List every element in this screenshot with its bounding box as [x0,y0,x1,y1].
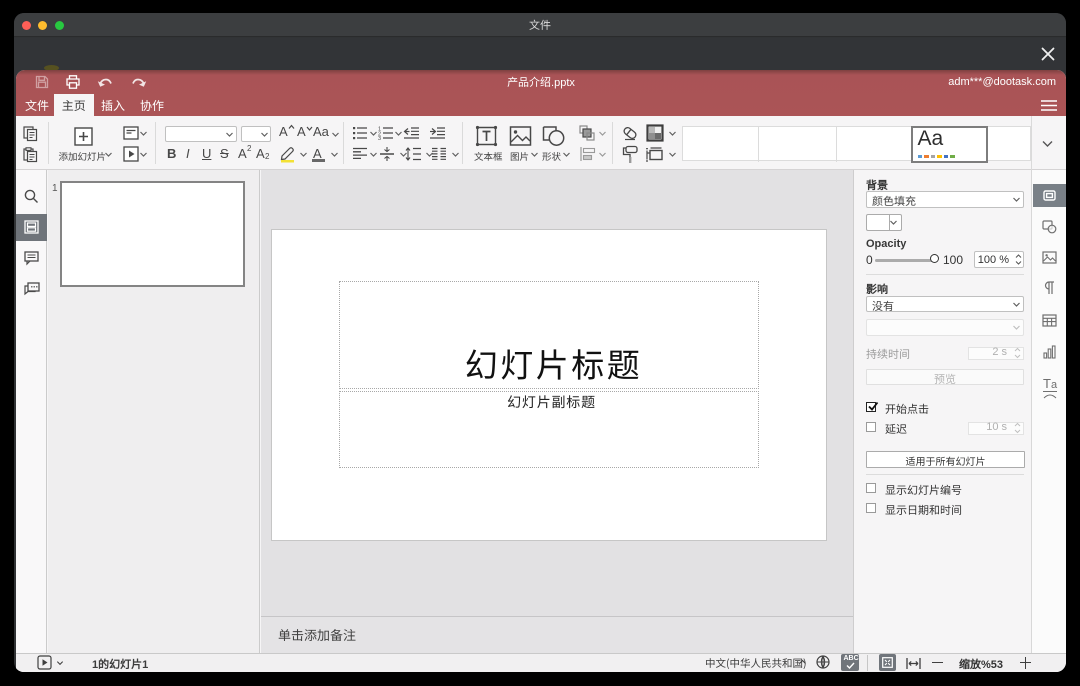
svg-text:3: 3 [378,136,381,142]
